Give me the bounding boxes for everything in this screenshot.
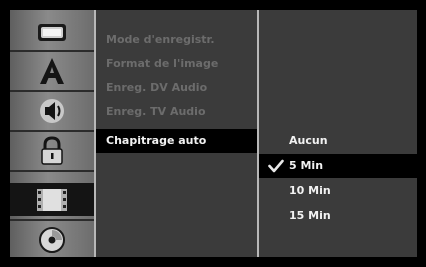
submenu-panel: Mode d'enregistr. Format de l'image Enre… bbox=[94, 10, 259, 257]
menu-item-aspect-ratio: Format de l'image bbox=[106, 57, 219, 70]
category-recording[interactable] bbox=[10, 183, 94, 216]
option-15-min[interactable]: 15 Min bbox=[259, 204, 417, 228]
film-record-icon bbox=[37, 188, 67, 211]
padlock-icon bbox=[41, 135, 63, 165]
option-none[interactable]: Aucun bbox=[259, 129, 417, 153]
option-label: 15 Min bbox=[289, 209, 331, 222]
category-audio[interactable] bbox=[10, 94, 94, 127]
speaker-audio-icon bbox=[40, 98, 64, 123]
category-lock[interactable] bbox=[10, 134, 94, 167]
option-10-min[interactable]: 10 Min bbox=[259, 179, 417, 203]
checkmark-icon bbox=[268, 159, 284, 173]
disc-tray-icon bbox=[38, 23, 66, 41]
menu-item-tv-record-audio: Enreg. TV Audio bbox=[106, 105, 206, 118]
divider bbox=[10, 219, 94, 221]
category-icon-column bbox=[10, 10, 94, 257]
divider bbox=[10, 50, 94, 52]
divider bbox=[10, 90, 94, 92]
disc-icon bbox=[39, 226, 65, 253]
menu-item-dv-record-audio: Enreg. DV Audio bbox=[106, 81, 208, 94]
divider bbox=[10, 170, 94, 172]
language-a-icon bbox=[40, 57, 64, 84]
menu-item-auto-chapter[interactable]: Chapitrage auto bbox=[96, 129, 257, 153]
category-language[interactable] bbox=[10, 54, 94, 87]
osd-menu: Mode d'enregistr. Format de l'image Enre… bbox=[10, 10, 417, 257]
option-label: 5 Min bbox=[289, 159, 324, 172]
menu-item-record-mode: Mode d'enregistr. bbox=[106, 33, 215, 46]
category-disc-tray[interactable] bbox=[10, 16, 94, 49]
divider bbox=[10, 130, 94, 132]
option-label: 10 Min bbox=[289, 184, 331, 197]
options-panel: Aucun 5 Min 10 Min 15 Min bbox=[259, 10, 417, 257]
category-disc[interactable] bbox=[10, 223, 94, 256]
option-label: Aucun bbox=[289, 134, 328, 147]
option-5-min[interactable]: 5 Min bbox=[259, 154, 417, 178]
